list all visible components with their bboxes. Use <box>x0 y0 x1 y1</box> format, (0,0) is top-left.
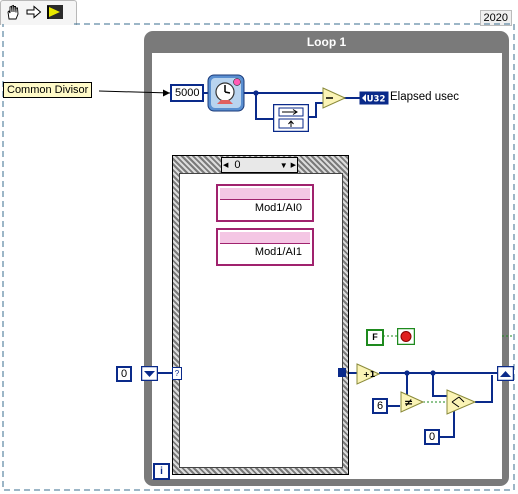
channel-constant-ai0[interactable]: Mod1/AI0 <box>216 184 314 222</box>
channel-ai1-label: Mod1/AI1 <box>254 246 302 258</box>
elapsed-indicator[interactable]: U32 <box>359 91 389 105</box>
stop-terminal[interactable] <box>397 328 415 345</box>
label-pointer-line <box>98 90 171 94</box>
case-selector-terminal[interactable]: ? <box>172 367 182 380</box>
channel-ai0-label: Mod1/AI0 <box>254 202 302 214</box>
elapsed-usec-label: Elapsed usec <box>390 91 460 103</box>
svg-text:+1: +1 <box>363 370 376 379</box>
iteration-init-constant[interactable]: 0 <box>116 366 133 382</box>
svg-text:U32: U32 <box>367 95 386 105</box>
wire-to-shift <box>255 93 273 120</box>
channel-constant-ai1[interactable]: Mod1/AI1 <box>216 228 314 266</box>
wire-prev-tick <box>308 102 323 118</box>
wire-to-select-true <box>432 373 447 397</box>
junction-dot-3 <box>430 370 436 376</box>
select-zero-constant[interactable]: 0 <box>424 429 441 445</box>
common-divisor-label: Common Divisor <box>3 82 93 98</box>
junction-dot-2 <box>404 370 410 376</box>
increment-node[interactable]: +1 <box>356 363 380 385</box>
selector-increment-icon[interactable]: ▶ <box>291 161 296 169</box>
selector-decrement-icon[interactable]: ◀ <box>223 161 228 169</box>
select-node[interactable] <box>446 389 476 415</box>
compare-constant[interactable]: 6 <box>372 398 389 414</box>
divisor-constant[interactable]: 5000 <box>170 84 205 102</box>
shift-register-left[interactable] <box>141 366 158 381</box>
svg-text:≠: ≠ <box>404 396 413 409</box>
case-selector[interactable]: ◀ 0 ▼ ▶ <box>221 157 298 173</box>
false-constant[interactable]: F <box>366 329 384 346</box>
iteration-terminal: i <box>153 463 170 480</box>
feedback-node[interactable] <box>273 104 309 132</box>
wire-select-out <box>475 375 493 403</box>
shift-register-right[interactable] <box>497 366 514 381</box>
not-equal-node[interactable]: ≠ <box>400 391 424 413</box>
selector-dropdown-icon[interactable]: ▼ <box>280 161 288 170</box>
label-pointer-arrow <box>163 89 170 97</box>
selector-value: 0 <box>234 159 241 171</box>
case-output-tunnel[interactable] <box>338 368 346 377</box>
tick-count-icon[interactable] <box>207 74 245 112</box>
subtract-node[interactable] <box>322 87 346 109</box>
junction-dot <box>253 90 259 96</box>
